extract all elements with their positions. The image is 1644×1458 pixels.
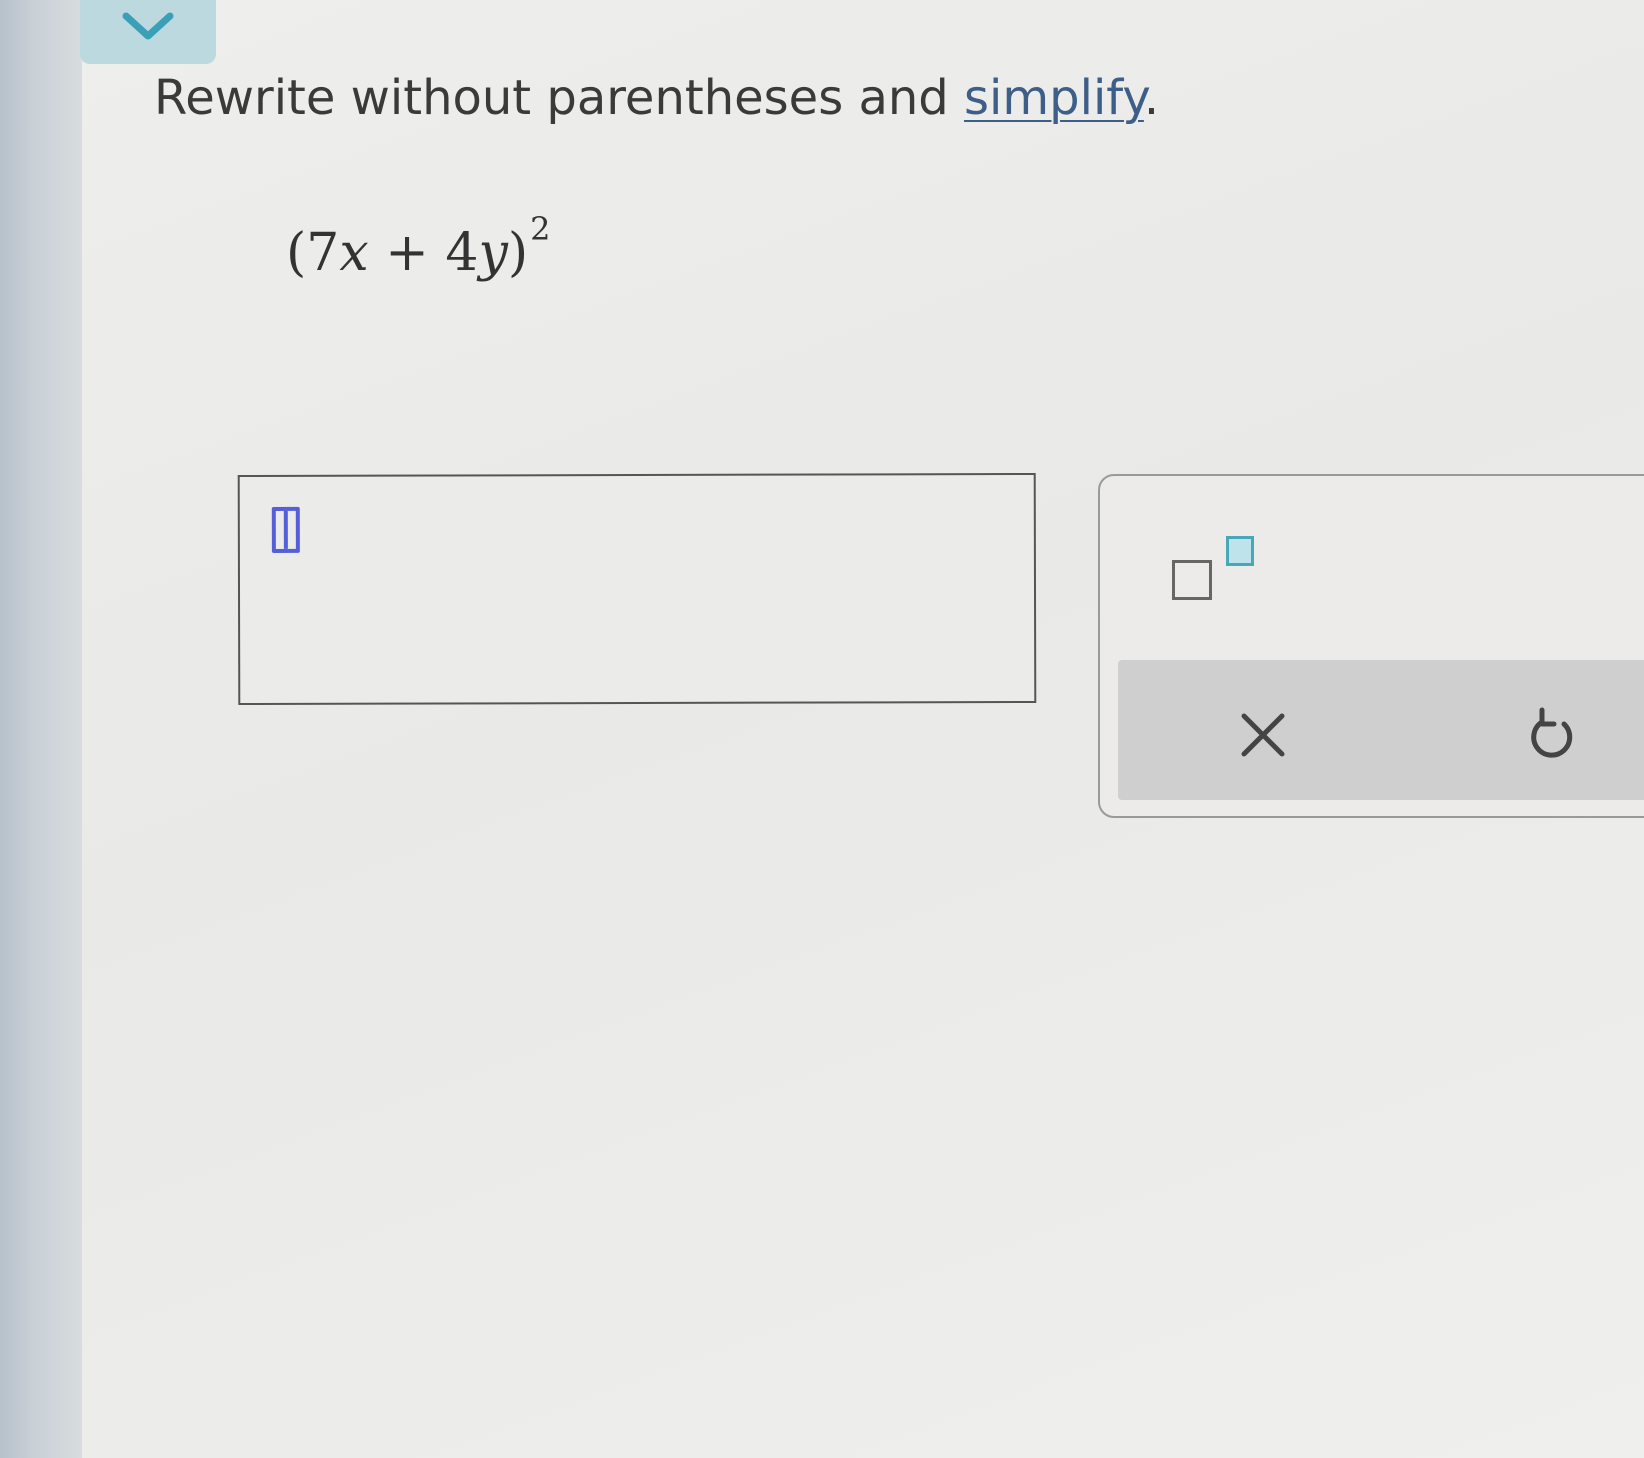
clear-button[interactable] <box>1228 700 1298 770</box>
variable-y: y <box>478 223 508 283</box>
variable-x: x <box>339 223 369 283</box>
undo-icon <box>1531 707 1573 758</box>
text-cursor <box>271 506 300 553</box>
simplify-link[interactable]: simplify <box>964 70 1144 126</box>
palette-action-bar <box>1118 660 1644 800</box>
math-palette <box>1098 474 1644 818</box>
plus-operator: + <box>385 223 429 283</box>
close-icon <box>1241 713 1285 757</box>
left-sidebar <box>0 0 82 1458</box>
coefficient-7: 7 <box>306 223 340 283</box>
exponent: 2 <box>530 210 551 248</box>
chevron-down-icon <box>122 12 174 40</box>
undo-button[interactable] <box>1518 700 1588 770</box>
collapse-toggle[interactable] <box>80 0 216 64</box>
superscript-button[interactable] <box>1172 536 1262 606</box>
coefficient-4: 4 <box>445 223 479 283</box>
answer-input[interactable] <box>237 472 1037 706</box>
close-paren: ) <box>507 223 529 283</box>
math-expression: (7x + 4y)2 <box>286 210 551 283</box>
question-instruction: Rewrite without parentheses and simplify… <box>154 70 1159 126</box>
instruction-period: . <box>1143 70 1160 126</box>
open-paren: ( <box>286 223 307 283</box>
instruction-text: Rewrite without parentheses and <box>154 70 965 126</box>
